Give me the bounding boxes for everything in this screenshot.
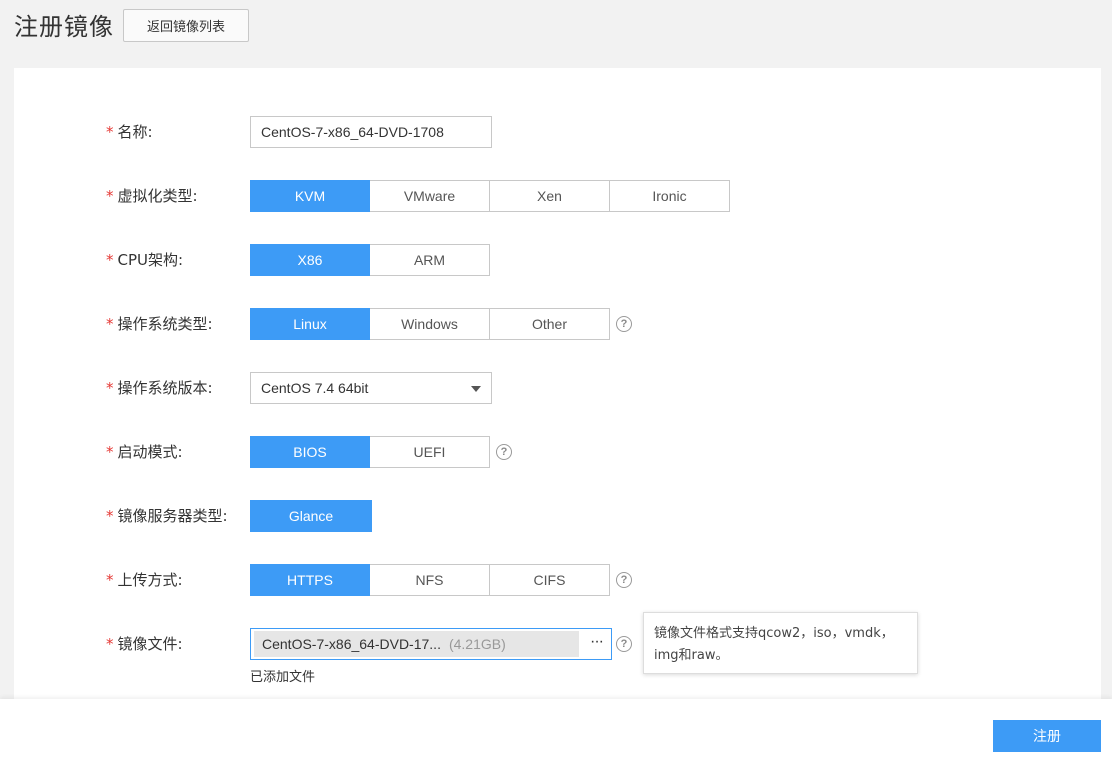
os-version-value: CentOS 7.4 64bit <box>261 380 369 396</box>
row-boot-mode: * 启动模式: BIOS UEFI ? <box>14 436 1101 468</box>
os-type-option-windows[interactable]: Windows <box>370 308 490 340</box>
required-mark: * <box>106 187 114 205</box>
label-boot-mode: * 启动模式: <box>106 436 183 468</box>
help-icon[interactable]: ? <box>616 636 632 652</box>
label-image-file: * 镜像文件: <box>106 628 183 660</box>
label-virt-type: * 虚拟化类型: <box>106 180 198 212</box>
row-upload-method: * 上传方式: HTTPS NFS CIFS ? <box>14 564 1101 596</box>
footer-bar: 注册 <box>0 699 1112 778</box>
upload-method-segmented: HTTPS NFS CIFS <box>250 564 610 596</box>
virt-type-segmented: KVM VMware Xen Ironic <box>250 180 730 212</box>
cpu-arch-option-x86[interactable]: X86 <box>250 244 370 276</box>
virt-type-option-kvm[interactable]: KVM <box>250 180 370 212</box>
label-upload-method-text: 上传方式: <box>117 571 183 589</box>
virt-type-option-ironic[interactable]: Ironic <box>610 180 730 212</box>
os-type-segmented: Linux Windows Other <box>250 308 610 340</box>
required-mark: * <box>106 379 114 397</box>
help-icon[interactable]: ? <box>496 444 512 460</box>
label-cpu-arch: * CPU架构: <box>106 244 183 276</box>
image-file-input[interactable]: CentOS-7-x86_64-DVD-17... (4.21GB) ··· <box>250 628 612 660</box>
upload-method-option-nfs[interactable]: NFS <box>370 564 490 596</box>
virt-type-option-vmware[interactable]: VMware <box>370 180 490 212</box>
label-os-type: * 操作系统类型: <box>106 308 213 340</box>
server-type-option-glance[interactable]: Glance <box>250 500 372 532</box>
upload-method-option-cifs[interactable]: CIFS <box>490 564 610 596</box>
label-server-type: * 镜像服务器类型: <box>106 500 228 532</box>
page-title: 注册镜像 <box>14 13 114 41</box>
label-virt-type-text: 虚拟化类型: <box>117 187 198 205</box>
file-name: CentOS-7-x86_64-DVD-17... <box>262 636 441 652</box>
form-panel: * 名称: CentOS-7-x86_64-DVD-1708 * 虚拟化类型: KV… <box>14 68 1101 708</box>
boot-mode-segmented: BIOS UEFI <box>250 436 490 468</box>
server-type-segmented: Glance <box>250 500 372 532</box>
row-os-type: * 操作系统类型: Linux Windows Other ? <box>14 308 1101 340</box>
os-type-option-linux[interactable]: Linux <box>250 308 370 340</box>
required-mark: * <box>106 123 114 141</box>
boot-mode-option-uefi[interactable]: UEFI <box>370 436 490 468</box>
label-os-type-text: 操作系统类型: <box>117 315 213 333</box>
cpu-arch-segmented: X86 ARM <box>250 244 490 276</box>
label-name: * 名称: <box>106 116 153 148</box>
label-upload-method: * 上传方式: <box>106 564 183 596</box>
register-button[interactable]: 注册 <box>993 720 1101 752</box>
file-format-tooltip: 镜像文件格式支持qcow2，iso，vmdk，img和raw。 <box>643 612 918 674</box>
label-os-version: * 操作系统版本: <box>106 372 213 404</box>
required-mark: * <box>106 251 114 269</box>
required-mark: * <box>106 443 114 461</box>
required-mark: * <box>106 571 114 589</box>
row-server-type: * 镜像服务器类型: Glance <box>14 500 1101 532</box>
required-mark: * <box>106 635 114 653</box>
label-name-text: 名称: <box>117 123 153 141</box>
help-icon[interactable]: ? <box>616 316 632 332</box>
back-to-image-list-button[interactable]: 返回镜像列表 <box>123 9 249 42</box>
selected-file-chip: CentOS-7-x86_64-DVD-17... (4.21GB) <box>254 631 579 657</box>
label-os-version-text: 操作系统版本: <box>117 379 213 397</box>
page-header: 注册镜像 返回镜像列表 <box>0 0 1112 68</box>
chevron-down-icon <box>471 386 481 392</box>
row-image-file: * 镜像文件: CentOS-7-x86_64-DVD-17... (4.21GB)… <box>14 612 1101 685</box>
required-mark: * <box>106 315 114 333</box>
os-type-option-other[interactable]: Other <box>490 308 610 340</box>
upload-method-option-https[interactable]: HTTPS <box>250 564 370 596</box>
label-boot-mode-text: 启动模式: <box>117 443 183 461</box>
boot-mode-option-bios[interactable]: BIOS <box>250 436 370 468</box>
row-name: * 名称: CentOS-7-x86_64-DVD-1708 <box>14 116 1101 148</box>
cpu-arch-option-arm[interactable]: ARM <box>370 244 490 276</box>
row-virt-type: * 虚拟化类型: KVM VMware Xen Ironic <box>14 180 1101 212</box>
required-mark: * <box>106 507 114 525</box>
os-version-select[interactable]: CentOS 7.4 64bit <box>250 372 492 404</box>
help-icon[interactable]: ? <box>616 572 632 588</box>
file-added-note: 已添加文件 <box>250 670 316 685</box>
label-image-file-text: 镜像文件: <box>117 635 183 653</box>
virt-type-option-xen[interactable]: Xen <box>490 180 610 212</box>
label-server-type-text: 镜像服务器类型: <box>117 507 228 525</box>
row-os-version: * 操作系统版本: CentOS 7.4 64bit <box>14 372 1101 404</box>
name-input[interactable]: CentOS-7-x86_64-DVD-1708 <box>250 116 492 148</box>
browse-file-button[interactable]: ··· <box>590 629 604 659</box>
row-cpu-arch: * CPU架构: X86 ARM <box>14 244 1101 276</box>
label-cpu-arch-text: CPU架构: <box>117 251 184 269</box>
file-size: (4.21GB) <box>448 636 506 652</box>
